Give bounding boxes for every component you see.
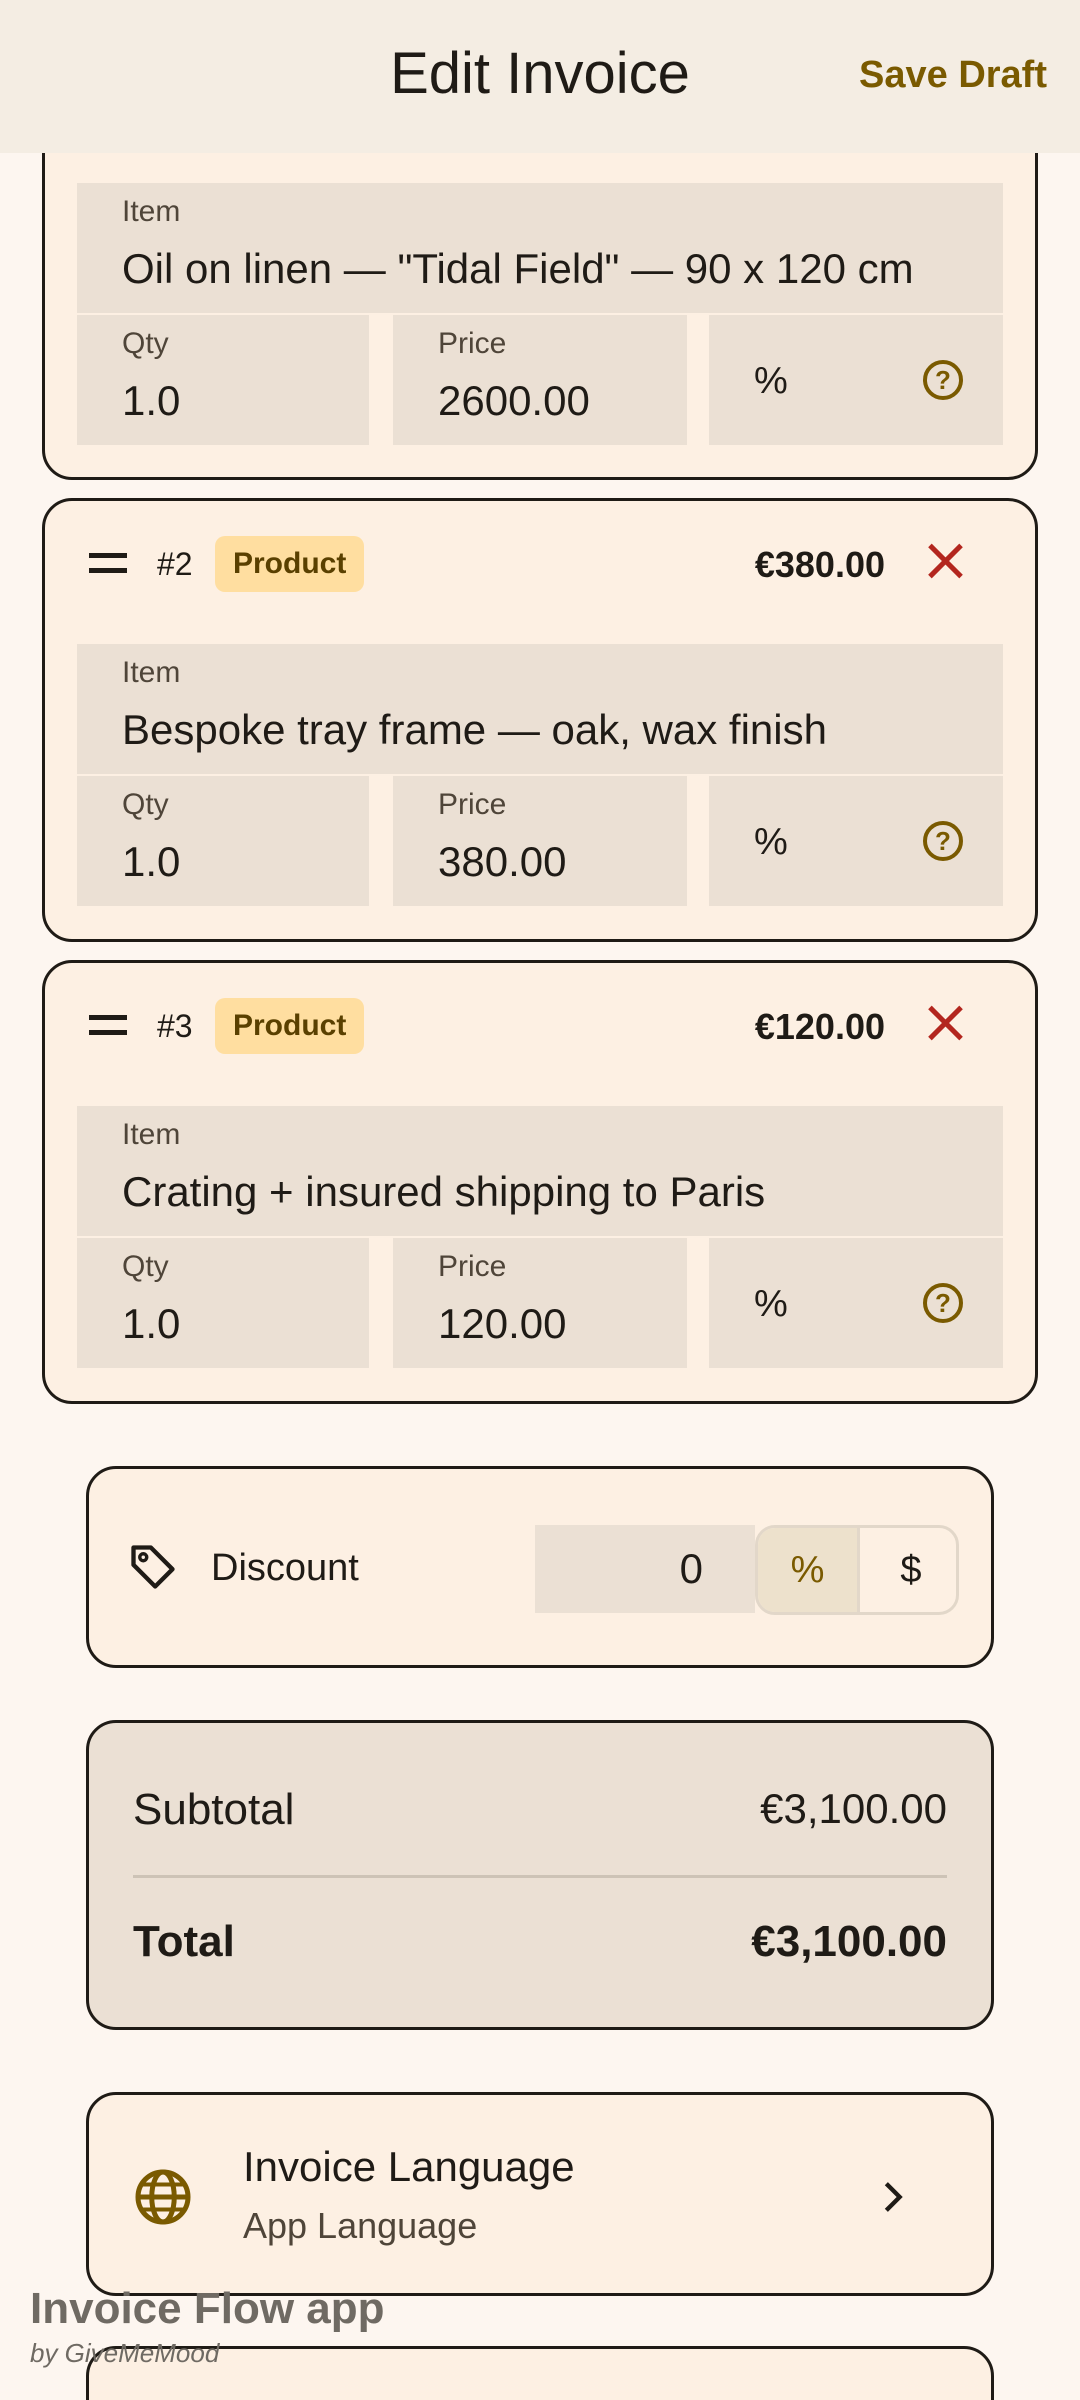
price-field[interactable]: Price 380.00 — [393, 776, 687, 906]
item-field-label: Item — [122, 195, 181, 228]
subtotal-value: €3,100.00 — [760, 1785, 947, 1832]
save-draft-button[interactable]: Save Draft — [859, 54, 1047, 97]
price-field[interactable]: Price 120.00 — [393, 1238, 687, 1368]
help-icon[interactable]: ? — [923, 360, 963, 400]
item-field-value: Bespoke tray frame — oak, wax finish — [122, 706, 827, 753]
percent-symbol: % — [754, 360, 788, 402]
item-field-value: Oil on linen — "Tidal Field" — 90 x 120 … — [122, 245, 914, 292]
price-field-value: 2600.00 — [438, 377, 590, 424]
item-field-value: Crating + insured shipping to Paris — [122, 1168, 766, 1215]
item-description-field[interactable]: Item Bespoke tray frame — oak, wax finis… — [77, 644, 1003, 774]
qty-field[interactable]: Qty 1.0 — [77, 1238, 369, 1368]
item-field-label: Item — [122, 656, 181, 689]
percent-symbol: % — [754, 1283, 788, 1325]
price-field[interactable]: Price 2600.00 — [393, 315, 687, 445]
globe-icon — [135, 2169, 191, 2225]
divider — [133, 1875, 947, 1878]
price-field-value: 380.00 — [438, 838, 567, 885]
subtotal-label: Subtotal — [133, 1785, 295, 1834]
qty-field-label: Qty — [122, 1250, 169, 1283]
tax-percent-field[interactable]: % ? — [709, 776, 1003, 906]
price-field-label: Price — [438, 327, 507, 360]
item-type-badge: Product — [215, 998, 365, 1054]
qty-field-value: 1.0 — [122, 377, 181, 424]
qty-field-value: 1.0 — [122, 1300, 181, 1347]
item-type-badge: Product — [215, 536, 365, 592]
delete-item-icon[interactable] — [923, 1001, 967, 1045]
discount-percent-option[interactable]: % — [758, 1528, 860, 1612]
discount-input[interactable]: 0 — [535, 1525, 755, 1613]
price-field-value: 120.00 — [438, 1300, 567, 1347]
chevron-right-icon — [884, 2182, 903, 2212]
discount-dollar-option[interactable]: $ — [860, 1528, 956, 1612]
line-item-card: #3 Product €120.00 Item Crating + insure… — [42, 960, 1038, 1404]
watermark-byline: by GiveMeMood — [30, 2338, 220, 2368]
help-icon[interactable]: ? — [923, 821, 963, 861]
drag-handle-icon[interactable] — [89, 553, 127, 573]
tag-icon — [131, 1545, 175, 1589]
invoice-language-title: Invoice Language — [243, 2143, 575, 2190]
total-label: Total — [133, 1917, 235, 1966]
price-field-label: Price — [438, 1250, 507, 1283]
percent-symbol: % — [754, 821, 788, 863]
discount-type-toggle: % $ — [755, 1525, 959, 1615]
invoice-language-row[interactable]: Invoice Language App Language — [86, 2092, 994, 2296]
watermark-brand: Invoice Flow app — [30, 2284, 385, 2333]
discount-card: Discount 0 % $ — [86, 1466, 994, 1668]
line-item-card: Item Oil on linen — "Tidal Field" — 90 x… — [42, 120, 1038, 480]
qty-field[interactable]: Qty 1.0 — [77, 776, 369, 906]
item-amount: €120.00 — [754, 1006, 885, 1047]
qty-field[interactable]: Qty 1.0 — [77, 315, 369, 445]
tax-percent-field[interactable]: % ? — [709, 315, 1003, 445]
invoice-language-value: App Language — [243, 2205, 478, 2246]
item-description-field[interactable]: Item Crating + insured shipping to Paris — [77, 1106, 1003, 1236]
line-item-card: #2 Product €380.00 Item Bespoke tray fra… — [42, 498, 1038, 942]
app-bar: Edit Invoice Save Draft — [0, 0, 1080, 153]
tax-percent-field[interactable]: % ? — [709, 1238, 1003, 1368]
delete-item-icon[interactable] — [923, 539, 967, 583]
drag-handle-icon[interactable] — [89, 1015, 127, 1035]
price-field-label: Price — [438, 788, 507, 821]
item-number: #2 — [157, 546, 193, 582]
item-amount: €380.00 — [754, 544, 885, 585]
discount-label: Discount — [211, 1547, 359, 1589]
qty-field-value: 1.0 — [122, 838, 181, 885]
total-value: €3,100.00 — [751, 1917, 947, 1966]
item-number: #3 — [157, 1008, 193, 1044]
totals-card: Subtotal €3,100.00 Total €3,100.00 — [86, 1720, 994, 2030]
item-description-field[interactable]: Item Oil on linen — "Tidal Field" — 90 x… — [77, 183, 1003, 313]
help-icon[interactable]: ? — [923, 1283, 963, 1323]
qty-field-label: Qty — [122, 327, 169, 360]
qty-field-label: Qty — [122, 788, 169, 821]
next-section-card — [86, 2346, 994, 2400]
item-field-label: Item — [122, 1118, 181, 1151]
